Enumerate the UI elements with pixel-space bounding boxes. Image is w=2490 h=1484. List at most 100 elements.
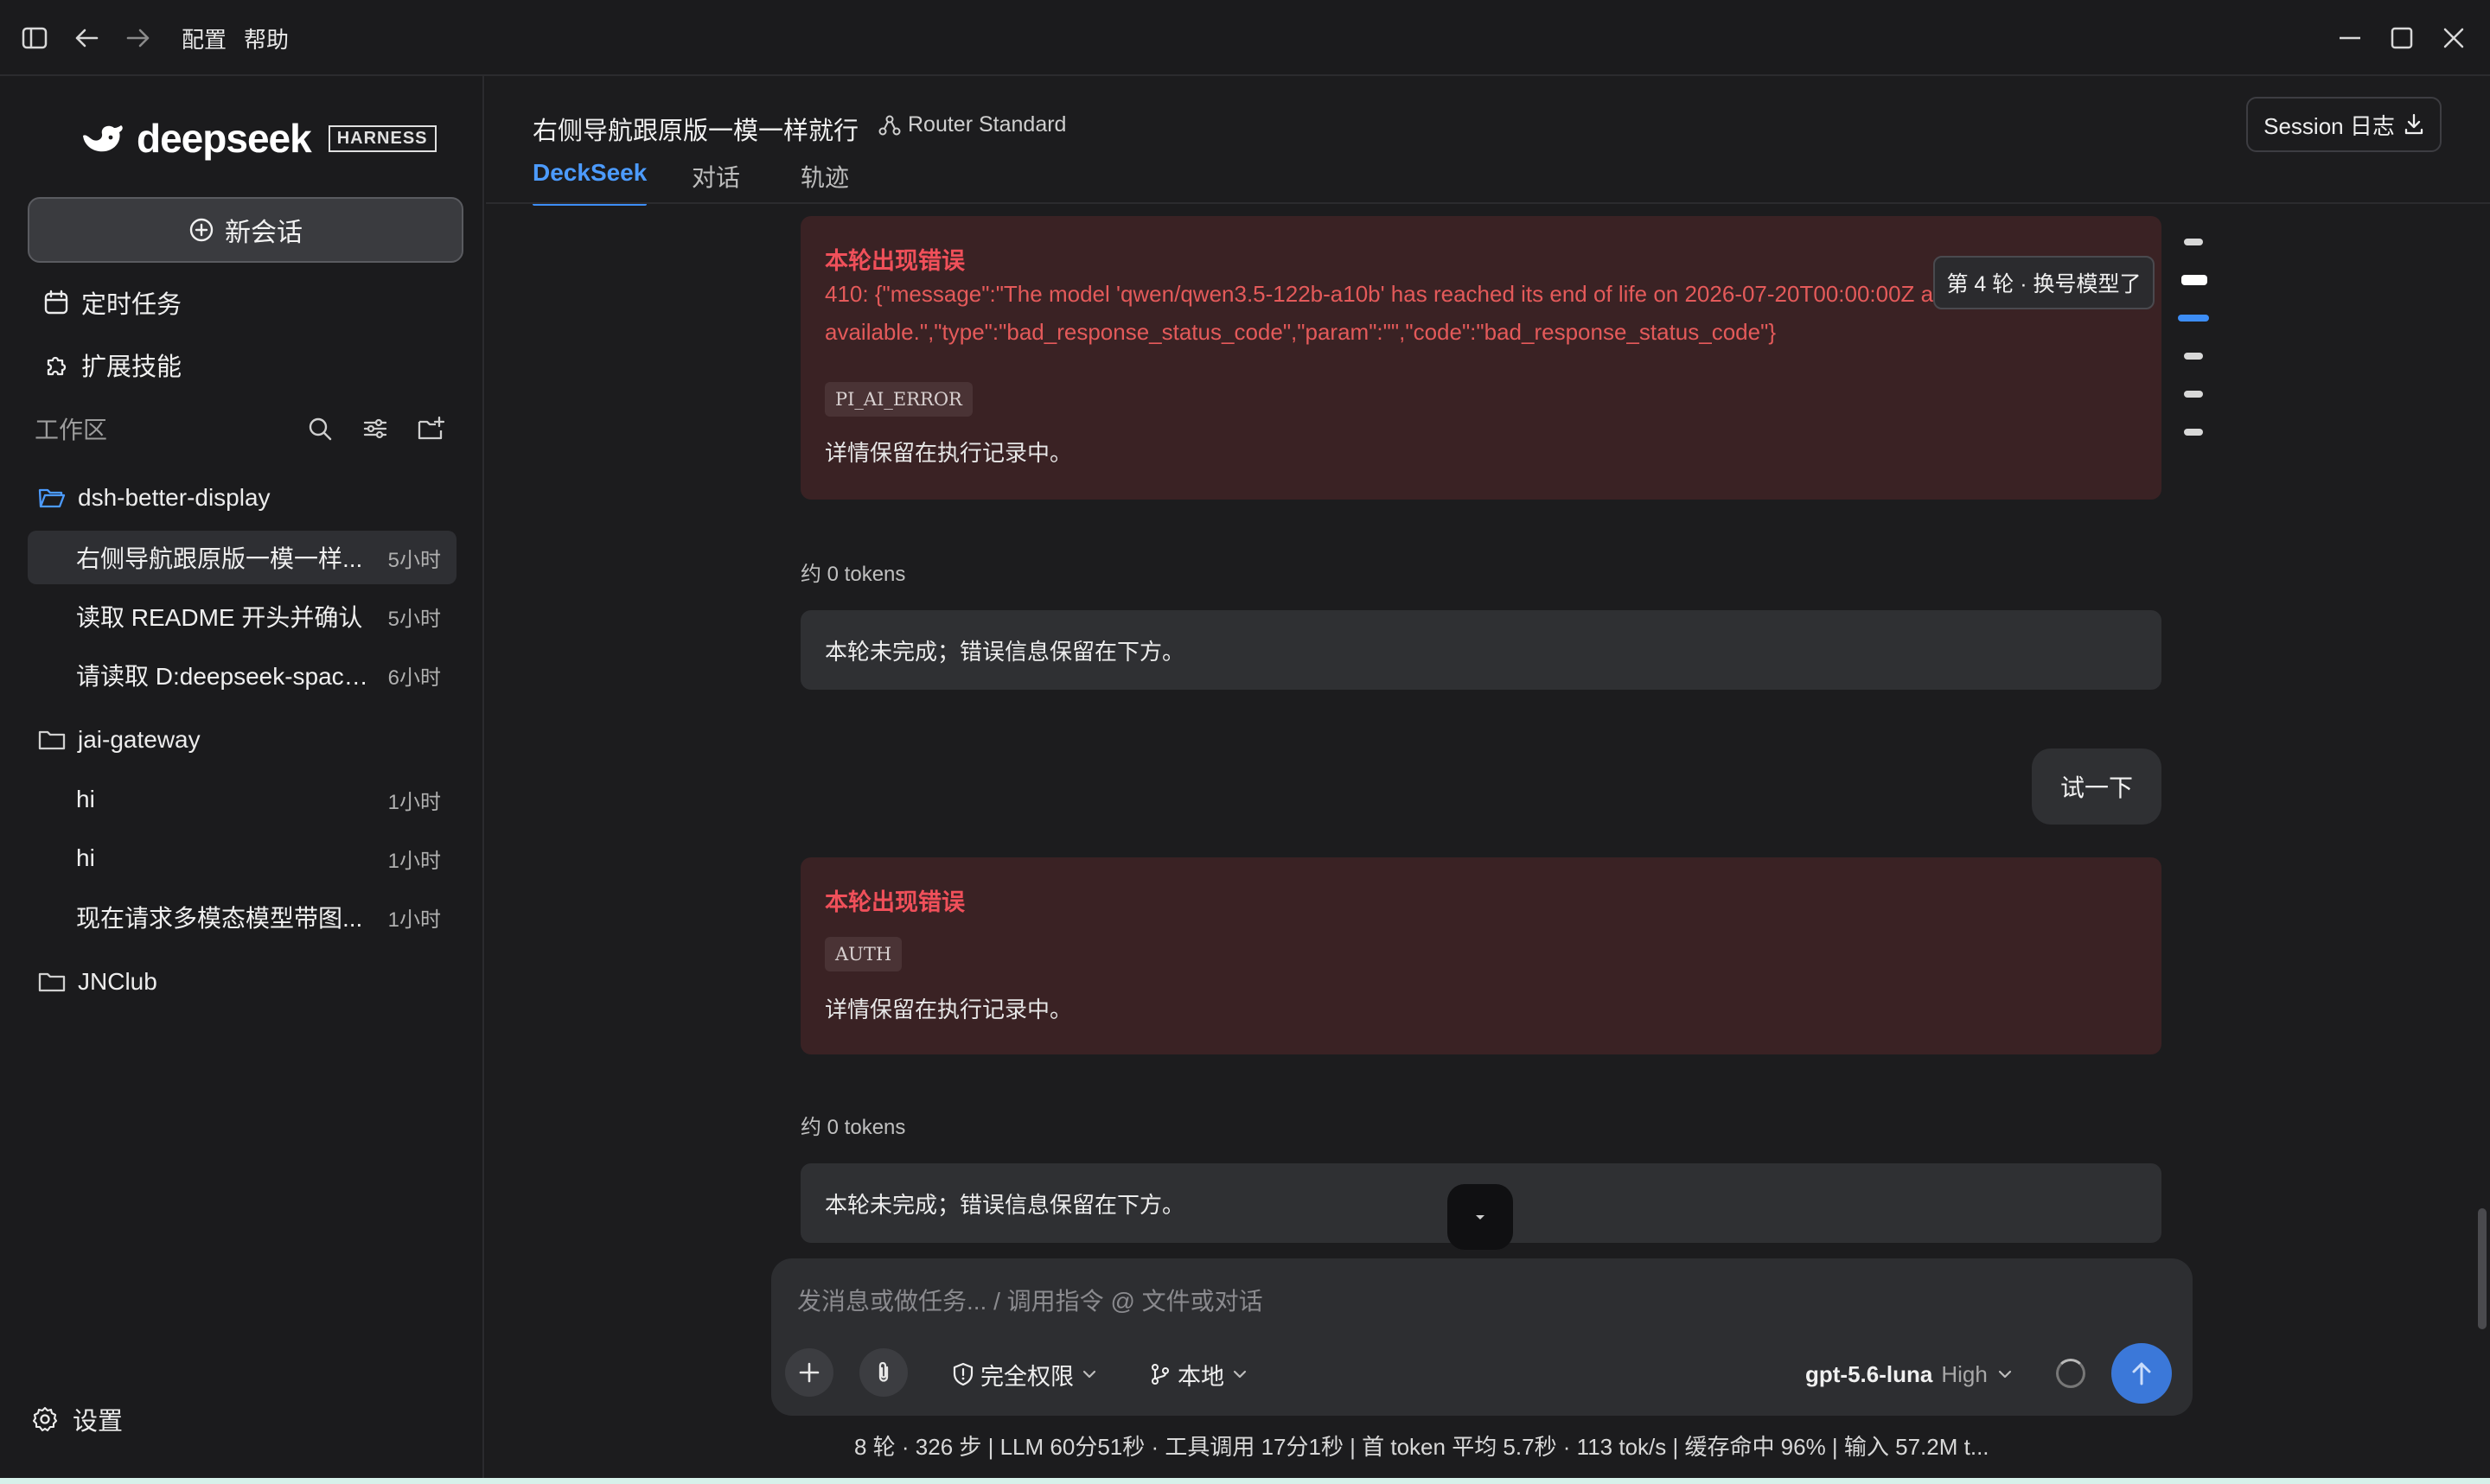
chevron-down-icon <box>1082 1370 1096 1379</box>
error-title: 本轮出现错误 <box>825 889 965 915</box>
bottom-edge-strip <box>0 1478 2490 1484</box>
token-count: 约 0 tokens <box>801 563 906 586</box>
sidebar: deepseek HARNESS 新会话 定时任务 扩展技能 工作区 dsh-b… <box>0 76 484 1478</box>
session-title: 现在请求多模态模型带图... <box>76 905 363 932</box>
session-time: 5小时 <box>387 548 441 572</box>
tab-conversation[interactable]: 对话 <box>692 159 740 201</box>
session-title: hi <box>76 786 95 812</box>
round-nav-marker[interactable] <box>2178 315 2209 322</box>
error-card: 本轮出现错误 AUTH 详情保留在执行记录中。 <box>801 857 2161 1054</box>
menu-help[interactable]: 帮助 <box>244 22 289 54</box>
forward-arrow-icon[interactable] <box>119 19 157 57</box>
session-log-button[interactable]: Session 日志 <box>2246 97 2442 152</box>
paperclip-button[interactable] <box>859 1348 908 1397</box>
gear-icon <box>32 1406 58 1432</box>
arrow-up-icon <box>2132 1362 2151 1385</box>
branch-icon <box>1151 1363 1170 1385</box>
model-select[interactable]: gpt-5.6-luna High <box>1805 1355 2014 1393</box>
sidebar-toggle-icon[interactable] <box>16 19 54 57</box>
permission-label: 完全权限 <box>980 1363 1074 1390</box>
session-item[interactable]: 请读取 D:deepseek-space... 6小时 <box>28 648 456 702</box>
session-time: 1小时 <box>387 849 441 873</box>
conversation-title: 右侧导航跟原版一模一样就行 <box>533 118 859 145</box>
chevron-down-icon <box>1476 1215 1484 1220</box>
session-item[interactable]: hi 1小时 <box>28 831 456 885</box>
folder-jnclub[interactable]: JNClub <box>38 959 157 1004</box>
tab-trace[interactable]: 轨迹 <box>801 159 849 201</box>
plus-icon <box>799 1362 820 1383</box>
session-item[interactable]: 现在请求多模态模型带图... 1小时 <box>28 890 456 944</box>
permission-select[interactable]: 完全权限 <box>953 1355 1098 1393</box>
back-arrow-icon[interactable] <box>67 19 105 57</box>
round-nav-marker[interactable] <box>2184 391 2203 398</box>
sidebar-item-extensions[interactable]: 扩展技能 <box>43 344 182 385</box>
session-title: hi <box>76 844 95 871</box>
user-message-bubble: 试一下 <box>2032 748 2161 825</box>
location-select[interactable]: 本地 <box>1150 1355 1248 1393</box>
minimize-icon[interactable] <box>2331 19 2369 57</box>
plus-circle-icon <box>189 218 214 242</box>
round-nav-marker[interactable] <box>2184 353 2203 360</box>
paperclip-icon <box>878 1361 889 1382</box>
download-icon <box>2404 113 2423 135</box>
logo: deepseek HARNESS <box>80 114 437 162</box>
maximize-icon[interactable] <box>2383 19 2421 57</box>
folder-dsh-better-display[interactable]: dsh-better-display <box>38 475 271 520</box>
folder-name: dsh-better-display <box>78 484 271 511</box>
loading-spinner-icon <box>2056 1359 2085 1388</box>
status-line: 8 轮 · 326 步 | LLM 60分51秒 · 工具调用 17分1秒 | … <box>854 1434 1989 1460</box>
location-label: 本地 <box>1178 1363 1224 1390</box>
round-nav-marker[interactable] <box>2184 429 2203 436</box>
message-input[interactable] <box>797 1283 2094 1321</box>
session-item[interactable]: 右侧导航跟原版一模一样... 5小时 <box>28 531 456 584</box>
error-code-badge: PI_AI_ERROR <box>825 382 973 417</box>
session-title: 请读取 D:deepseek-space... <box>76 663 376 690</box>
round-tooltip: 第 4 轮 · 换号模型了 <box>1933 256 2155 309</box>
error-note: 详情保留在执行记录中。 <box>825 997 1073 1022</box>
round-incomplete-notice: 本轮未完成；错误信息保留在下方。 <box>801 610 2161 690</box>
error-note: 详情保留在执行记录中。 <box>825 440 1073 466</box>
title-bar: 配置 帮助 <box>0 0 2490 76</box>
folder-icon <box>38 972 66 992</box>
error-title: 本轮出现错误 <box>825 248 965 274</box>
sidebar-item-label: 扩展技能 <box>81 353 182 381</box>
error-code-badge: AUTH <box>825 937 903 971</box>
calendar-icon <box>44 290 68 315</box>
add-attachment-button[interactable] <box>785 1348 833 1397</box>
chevron-down-icon <box>1998 1370 2011 1379</box>
round-nav-marker[interactable] <box>2181 275 2207 285</box>
token-count: 约 0 tokens <box>801 1116 906 1139</box>
menu-config[interactable]: 配置 <box>182 22 227 54</box>
settings-button[interactable]: 设置 <box>31 1398 123 1440</box>
tab-deckseek[interactable]: DeckSeek <box>533 159 648 206</box>
session-item[interactable]: 读取 README 开头并确认 5小时 <box>28 589 456 643</box>
folder-name: jai-gateway <box>78 726 201 753</box>
search-icon[interactable] <box>301 410 339 448</box>
router-label: Router Standard <box>908 112 1067 137</box>
session-item[interactable]: hi 1小时 <box>28 773 456 826</box>
folder-jai-gateway[interactable]: jai-gateway <box>38 717 201 762</box>
composer: 完全权限 本地 gpt-5.6-luna High <box>771 1258 2193 1416</box>
session-title: 右侧导航跟原版一模一样... <box>76 545 363 572</box>
session-time: 1小时 <box>387 908 441 932</box>
new-chat-button[interactable]: 新会话 <box>28 197 463 263</box>
close-icon[interactable] <box>2435 19 2473 57</box>
folder-icon <box>38 730 66 750</box>
logo-badge: HARNESS <box>328 124 437 152</box>
model-name: gpt-5.6-luna <box>1805 1360 1933 1387</box>
new-chat-label: 新会话 <box>225 219 303 247</box>
sidebar-item-label: 定时任务 <box>81 291 182 319</box>
round-nav-marker[interactable] <box>2184 239 2203 245</box>
router-icon <box>878 115 901 135</box>
error-message: 410: {"message":"The model 'qwen/qwen3.5… <box>825 281 2081 345</box>
session-time: 1小时 <box>387 790 441 814</box>
scroll-to-bottom-button[interactable] <box>1447 1184 1513 1250</box>
sidebar-item-scheduled-tasks[interactable]: 定时任务 <box>43 282 182 323</box>
new-folder-icon[interactable] <box>412 410 450 448</box>
scrollbar-thumb[interactable] <box>2478 1208 2487 1329</box>
session-time: 5小时 <box>387 607 441 631</box>
send-button[interactable] <box>2111 1343 2172 1404</box>
filter-sliders-icon[interactable] <box>356 410 394 448</box>
chevron-down-icon <box>1233 1370 1247 1379</box>
router-badge[interactable]: Router Standard <box>878 112 1066 137</box>
